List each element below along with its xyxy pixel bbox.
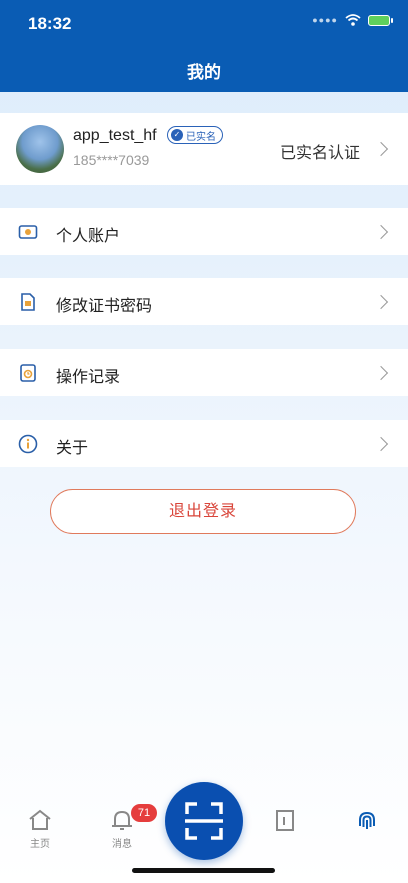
menu-item-operation-records[interactable]: 操作记录: [0, 349, 408, 396]
account-icon: [18, 225, 38, 239]
chevron-right-icon: [373, 294, 389, 310]
document-icon: [276, 810, 294, 831]
profile-card[interactable]: app_test_hf ✓ 已实名 185****7039 已实名认证: [0, 113, 408, 185]
chevron-right-icon: [373, 141, 389, 157]
scan-icon: [185, 802, 223, 840]
header-bar: 18:32 ●●●● 我的: [0, 0, 408, 92]
avatar[interactable]: [16, 125, 64, 173]
status-time: 18:32: [28, 14, 72, 33]
certificate-icon: [21, 293, 35, 311]
record-icon: [20, 364, 36, 382]
tab-home[interactable]: 主页: [15, 808, 65, 850]
tab-certificate[interactable]: [260, 808, 310, 835]
username: app_test_hf: [73, 127, 157, 144]
scan-button[interactable]: [165, 782, 243, 860]
home-icon: [29, 809, 51, 830]
chevron-right-icon: [373, 224, 389, 240]
check-icon: ✓: [171, 129, 183, 141]
menu-item-account[interactable]: 个人账户: [0, 208, 408, 255]
chevron-right-icon: [373, 365, 389, 381]
chevron-right-icon: [373, 436, 389, 452]
signal-icon: ●●●●: [312, 15, 338, 25]
phone-number: 185****7039: [73, 152, 150, 168]
tab-mine[interactable]: [342, 808, 392, 837]
info-icon: [18, 434, 38, 454]
fingerprint-icon: [359, 811, 375, 829]
menu-item-label: 操作记录: [56, 369, 121, 386]
wifi-icon: [345, 14, 361, 26]
status-icons: ●●●●: [312, 14, 393, 26]
page-title: 我的: [187, 63, 221, 82]
tab-messages-label: 消息: [112, 839, 132, 850]
message-count-badge: 71: [131, 804, 157, 822]
verified-badge-label: 已实名: [186, 131, 216, 143]
home-indicator: [132, 868, 275, 873]
verified-badge: ✓ 已实名: [167, 126, 223, 144]
menu-item-label: 关于: [56, 440, 89, 457]
menu-item-label: 修改证书密码: [56, 298, 153, 315]
verify-status: 已实名认证: [279, 145, 360, 162]
tab-home-label: 主页: [30, 839, 50, 850]
logout-button[interactable]: 退出登录: [50, 489, 356, 534]
menu-item-about[interactable]: 关于: [0, 420, 408, 467]
menu-item-label: 个人账户: [56, 228, 121, 245]
menu-item-change-cert-password[interactable]: 修改证书密码: [0, 278, 408, 325]
battery-icon: [368, 14, 393, 26]
